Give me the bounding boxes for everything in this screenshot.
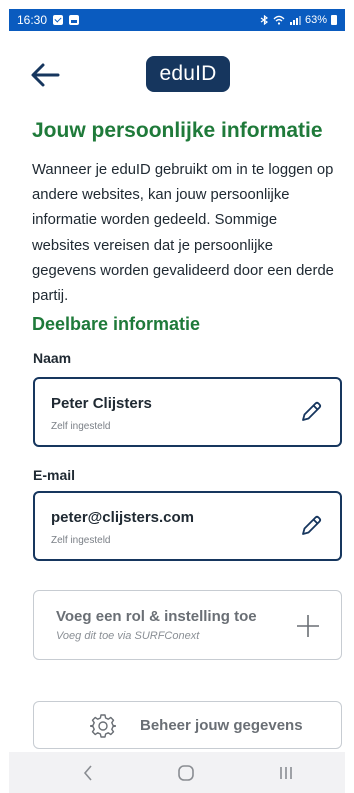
add-role-title: Voeg een rol & instelling toe — [56, 608, 257, 625]
add-role-subtitle: Voeg dit toe via SURFConext — [56, 630, 200, 642]
check-notification-icon — [53, 15, 64, 25]
name-value: Peter Clijsters — [51, 395, 152, 412]
app-header: eduID — [0, 50, 354, 98]
pencil-icon[interactable] — [298, 399, 324, 425]
pencil-icon[interactable] — [298, 513, 324, 539]
add-role-button[interactable]: Voeg een rol & instelling toe Voeg dit t… — [33, 590, 342, 660]
intro-text: Wanneer je eduID gebruikt om in te logge… — [32, 162, 334, 305]
gear-icon — [90, 714, 116, 738]
signal-icon — [289, 16, 301, 25]
battery-percentage: 63% — [304, 14, 327, 26]
nav-back-icon[interactable] — [77, 762, 99, 784]
system-navigation-bar — [9, 752, 345, 793]
arrow-left-icon[interactable] — [30, 62, 62, 88]
name-label: Naam — [33, 350, 72, 366]
page-title: Jouw persoonlijke informatie — [32, 119, 323, 142]
bluetooth-icon — [260, 15, 268, 25]
email-value: peter@clijsters.com — [51, 509, 195, 526]
manage-data-button[interactable]: Beheer jouw gegevens — [33, 701, 342, 749]
name-source-note: Zelf ingesteld — [51, 421, 111, 432]
section-title: Deelbare informatie — [32, 314, 201, 334]
name-card[interactable]: Peter Clijsters Zelf ingesteld — [33, 377, 342, 447]
eduid-logo: eduID — [146, 56, 230, 92]
battery-icon — [331, 15, 337, 25]
wifi-icon — [273, 15, 285, 25]
email-label: E-mail — [33, 467, 76, 483]
status-time: 16:30 — [17, 13, 48, 27]
plus-icon — [297, 615, 319, 637]
nav-recents-icon[interactable] — [275, 762, 297, 784]
status-bar: 16:30 63% — [9, 9, 345, 31]
image-notification-icon — [69, 15, 80, 25]
manage-data-label: Beheer jouw gegevens — [140, 717, 303, 734]
nav-home-icon[interactable] — [175, 762, 197, 784]
email-source-note: Zelf ingesteld — [51, 535, 111, 546]
email-card[interactable]: peter@clijsters.com Zelf ingesteld — [33, 491, 342, 561]
